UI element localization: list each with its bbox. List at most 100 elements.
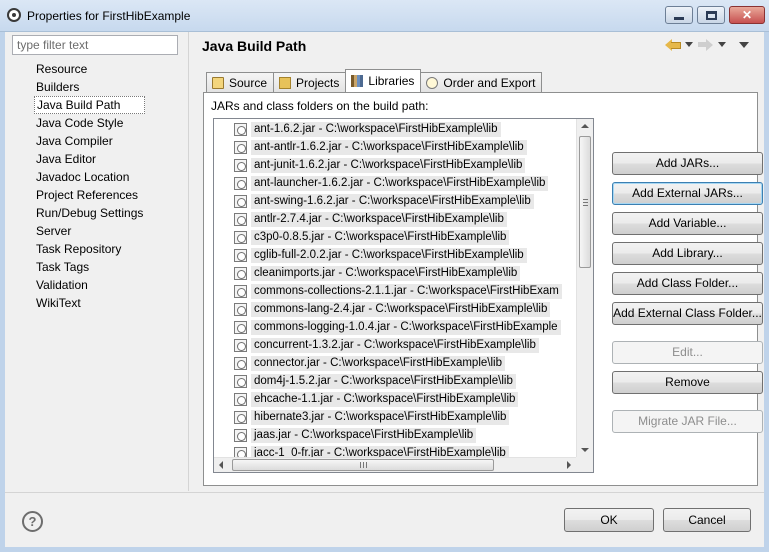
jar-file-icon xyxy=(234,213,247,226)
minimize-button[interactable] xyxy=(665,6,693,24)
jar-file-icon xyxy=(234,357,247,370)
filter-input[interactable] xyxy=(12,35,178,55)
jar-list-item[interactable]: commons-logging-1.0.4.jar - C:\workspace… xyxy=(234,319,561,336)
jar-list-horizontal-scrollbar[interactable] xyxy=(214,457,576,472)
jar-list-vertical-scrollbar[interactable] xyxy=(576,119,593,457)
tab-order-and-export[interactable]: Order and Export xyxy=(420,72,543,92)
nav-item-task-repository[interactable]: Task Repository xyxy=(34,240,145,258)
jar-file-icon xyxy=(234,141,247,154)
libraries-tab-panel: JARs and class folders on the build path… xyxy=(203,92,763,486)
tab-projects[interactable]: Projects xyxy=(273,72,347,92)
jar-path: dom4j-1.5.2.jar - C:\workspace\FirstHibE… xyxy=(251,374,516,389)
add-class-folder-button[interactable]: Add Class Folder... xyxy=(612,272,763,295)
nav-item-java-editor[interactable]: Java Editor xyxy=(34,150,145,168)
nav-item-java-compiler[interactable]: Java Compiler xyxy=(34,132,145,150)
projects-icon xyxy=(279,76,292,89)
jar-list-item[interactable]: dom4j-1.5.2.jar - C:\workspace\FirstHibE… xyxy=(234,373,516,390)
jar-list-item[interactable]: antlr-2.7.4.jar - C:\workspace\FirstHibE… xyxy=(234,211,507,228)
jar-path: commons-collections-2.1.1.jar - C:\works… xyxy=(251,284,562,299)
nav-item-builders[interactable]: Builders xyxy=(34,78,145,96)
jar-list-rows: ant-1.6.2.jar - C:\workspace\FirstHibExa… xyxy=(214,119,576,457)
jar-path: ant-1.6.2.jar - C:\workspace\FirstHibExa… xyxy=(251,122,501,137)
nav-item-validation[interactable]: Validation xyxy=(34,276,145,294)
libraries-icon xyxy=(351,75,364,87)
add-external-jars-button[interactable]: Add External JARs... xyxy=(612,182,763,205)
jar-list-item[interactable]: concurrent-1.3.2.jar - C:\workspace\Firs… xyxy=(234,337,539,354)
jar-file-icon xyxy=(234,303,247,316)
dialog-footer: ? OK Cancel xyxy=(5,492,764,547)
window-title-bar: Properties for FirstHibExample ✕ xyxy=(0,0,769,32)
jar-list-item[interactable]: ant-launcher-1.6.2.jar - C:\workspace\Fi… xyxy=(234,175,549,192)
tab-label: Projects xyxy=(296,75,340,90)
source-folder-icon xyxy=(212,76,224,89)
nav-item-java-build-path[interactable]: Java Build Path xyxy=(34,96,146,114)
add-library-button[interactable]: Add Library... xyxy=(612,242,763,265)
jar-file-icon xyxy=(234,123,247,136)
forward-history-dropdown-icon[interactable] xyxy=(718,42,726,47)
jar-path: antlr-2.7.4.jar - C:\workspace\FirstHibE… xyxy=(251,212,507,227)
forward-arrow-icon[interactable] xyxy=(698,38,713,51)
jars-list-label: JARs and class folders on the build path… xyxy=(211,99,429,113)
migrate-jar-file-button[interactable]: Migrate JAR File... xyxy=(612,410,763,433)
ok-button[interactable]: OK xyxy=(564,508,654,532)
maximize-button[interactable] xyxy=(697,6,725,24)
jar-path: ant-junit-1.6.2.jar - C:\workspace\First… xyxy=(251,158,526,173)
java-build-path-page: Java Build Path Source Projects Librarie… xyxy=(190,32,764,491)
properties-nav-pane: Resource Builders Java Build Path Java C… xyxy=(5,32,189,491)
jar-file-icon xyxy=(234,249,247,262)
view-menu-icon[interactable] xyxy=(739,41,749,48)
nav-item-javadoc-location[interactable]: Javadoc Location xyxy=(34,168,145,186)
add-external-class-folder-button[interactable]: Add External Class Folder... xyxy=(612,302,763,325)
jar-list-item[interactable]: ant-1.6.2.jar - C:\workspace\FirstHibExa… xyxy=(234,121,501,138)
nav-item-project-references[interactable]: Project References xyxy=(34,186,145,204)
jar-list-item[interactable]: hibernate3.jar - C:\workspace\FirstHibEx… xyxy=(234,409,510,426)
scroll-down-arrow-icon[interactable] xyxy=(581,448,589,452)
jar-file-icon xyxy=(234,429,247,442)
scroll-up-arrow-icon[interactable] xyxy=(581,124,589,128)
scroll-left-arrow-icon[interactable] xyxy=(219,461,223,469)
jar-list-item[interactable]: ehcache-1.1.jar - C:\workspace\FirstHibE… xyxy=(234,391,519,408)
jar-file-icon xyxy=(234,231,247,244)
help-icon[interactable]: ? xyxy=(22,511,43,532)
tab-label: Source xyxy=(229,75,268,90)
nav-item-server[interactable]: Server xyxy=(34,222,145,240)
cancel-button[interactable]: Cancel xyxy=(663,508,751,532)
jar-file-icon xyxy=(234,267,247,280)
jar-list[interactable]: ant-1.6.2.jar - C:\workspace\FirstHibExa… xyxy=(213,118,594,473)
jar-file-icon xyxy=(234,447,247,457)
scroll-right-arrow-icon[interactable] xyxy=(567,461,571,469)
remove-button[interactable]: Remove xyxy=(612,371,763,394)
nav-item-wikitext[interactable]: WikiText xyxy=(34,294,145,312)
vertical-scroll-thumb[interactable] xyxy=(579,136,591,268)
jar-file-icon xyxy=(234,411,247,424)
jar-list-item[interactable]: c3p0-0.8.5.jar - C:\workspace\FirstHibEx… xyxy=(234,229,510,246)
tab-source[interactable]: Source xyxy=(206,72,275,92)
jar-list-item[interactable]: ant-junit-1.6.2.jar - C:\workspace\First… xyxy=(234,157,526,174)
add-variable-button[interactable]: Add Variable... xyxy=(612,212,763,235)
jar-list-item[interactable]: cglib-full-2.0.2.jar - C:\workspace\Firs… xyxy=(234,247,527,264)
horizontal-scroll-thumb[interactable] xyxy=(232,459,494,471)
jar-list-item[interactable]: jacc-1_0-fr.jar - C:\workspace\FirstHibE… xyxy=(234,445,509,457)
jar-list-item[interactable]: connector.jar - C:\workspace\FirstHibExa… xyxy=(234,355,505,372)
close-button[interactable]: ✕ xyxy=(729,6,765,24)
back-arrow-icon[interactable] xyxy=(665,38,681,51)
jar-list-item[interactable]: ant-antlr-1.6.2.jar - C:\workspace\First… xyxy=(234,139,527,156)
jar-path: cleanimports.jar - C:\workspace\FirstHib… xyxy=(251,266,521,281)
back-history-dropdown-icon[interactable] xyxy=(685,42,693,47)
tab-libraries[interactable]: Libraries xyxy=(345,69,422,92)
nav-item-task-tags[interactable]: Task Tags xyxy=(34,258,145,276)
add-jars-button[interactable]: Add JARs... xyxy=(612,152,763,175)
jar-path: commons-lang-2.4.jar - C:\workspace\Firs… xyxy=(251,302,551,317)
jar-list-item[interactable]: ant-swing-1.6.2.jar - C:\workspace\First… xyxy=(234,193,534,210)
jar-list-item[interactable]: commons-lang-2.4.jar - C:\workspace\Firs… xyxy=(234,301,551,318)
jar-path: ant-antlr-1.6.2.jar - C:\workspace\First… xyxy=(251,140,527,155)
nav-item-run-debug-settings[interactable]: Run/Debug Settings xyxy=(34,204,145,222)
jar-list-item[interactable]: jaas.jar - C:\workspace\FirstHibExample\… xyxy=(234,427,477,444)
nav-item-java-code-style[interactable]: Java Code Style xyxy=(34,114,145,132)
jar-path: jaas.jar - C:\workspace\FirstHibExample\… xyxy=(251,428,477,443)
edit-button[interactable]: Edit... xyxy=(612,341,763,364)
jar-file-icon xyxy=(234,159,247,172)
nav-item-resource[interactable]: Resource xyxy=(34,60,145,78)
jar-list-item[interactable]: commons-collections-2.1.1.jar - C:\works… xyxy=(234,283,562,300)
jar-list-item[interactable]: cleanimports.jar - C:\workspace\FirstHib… xyxy=(234,265,521,282)
